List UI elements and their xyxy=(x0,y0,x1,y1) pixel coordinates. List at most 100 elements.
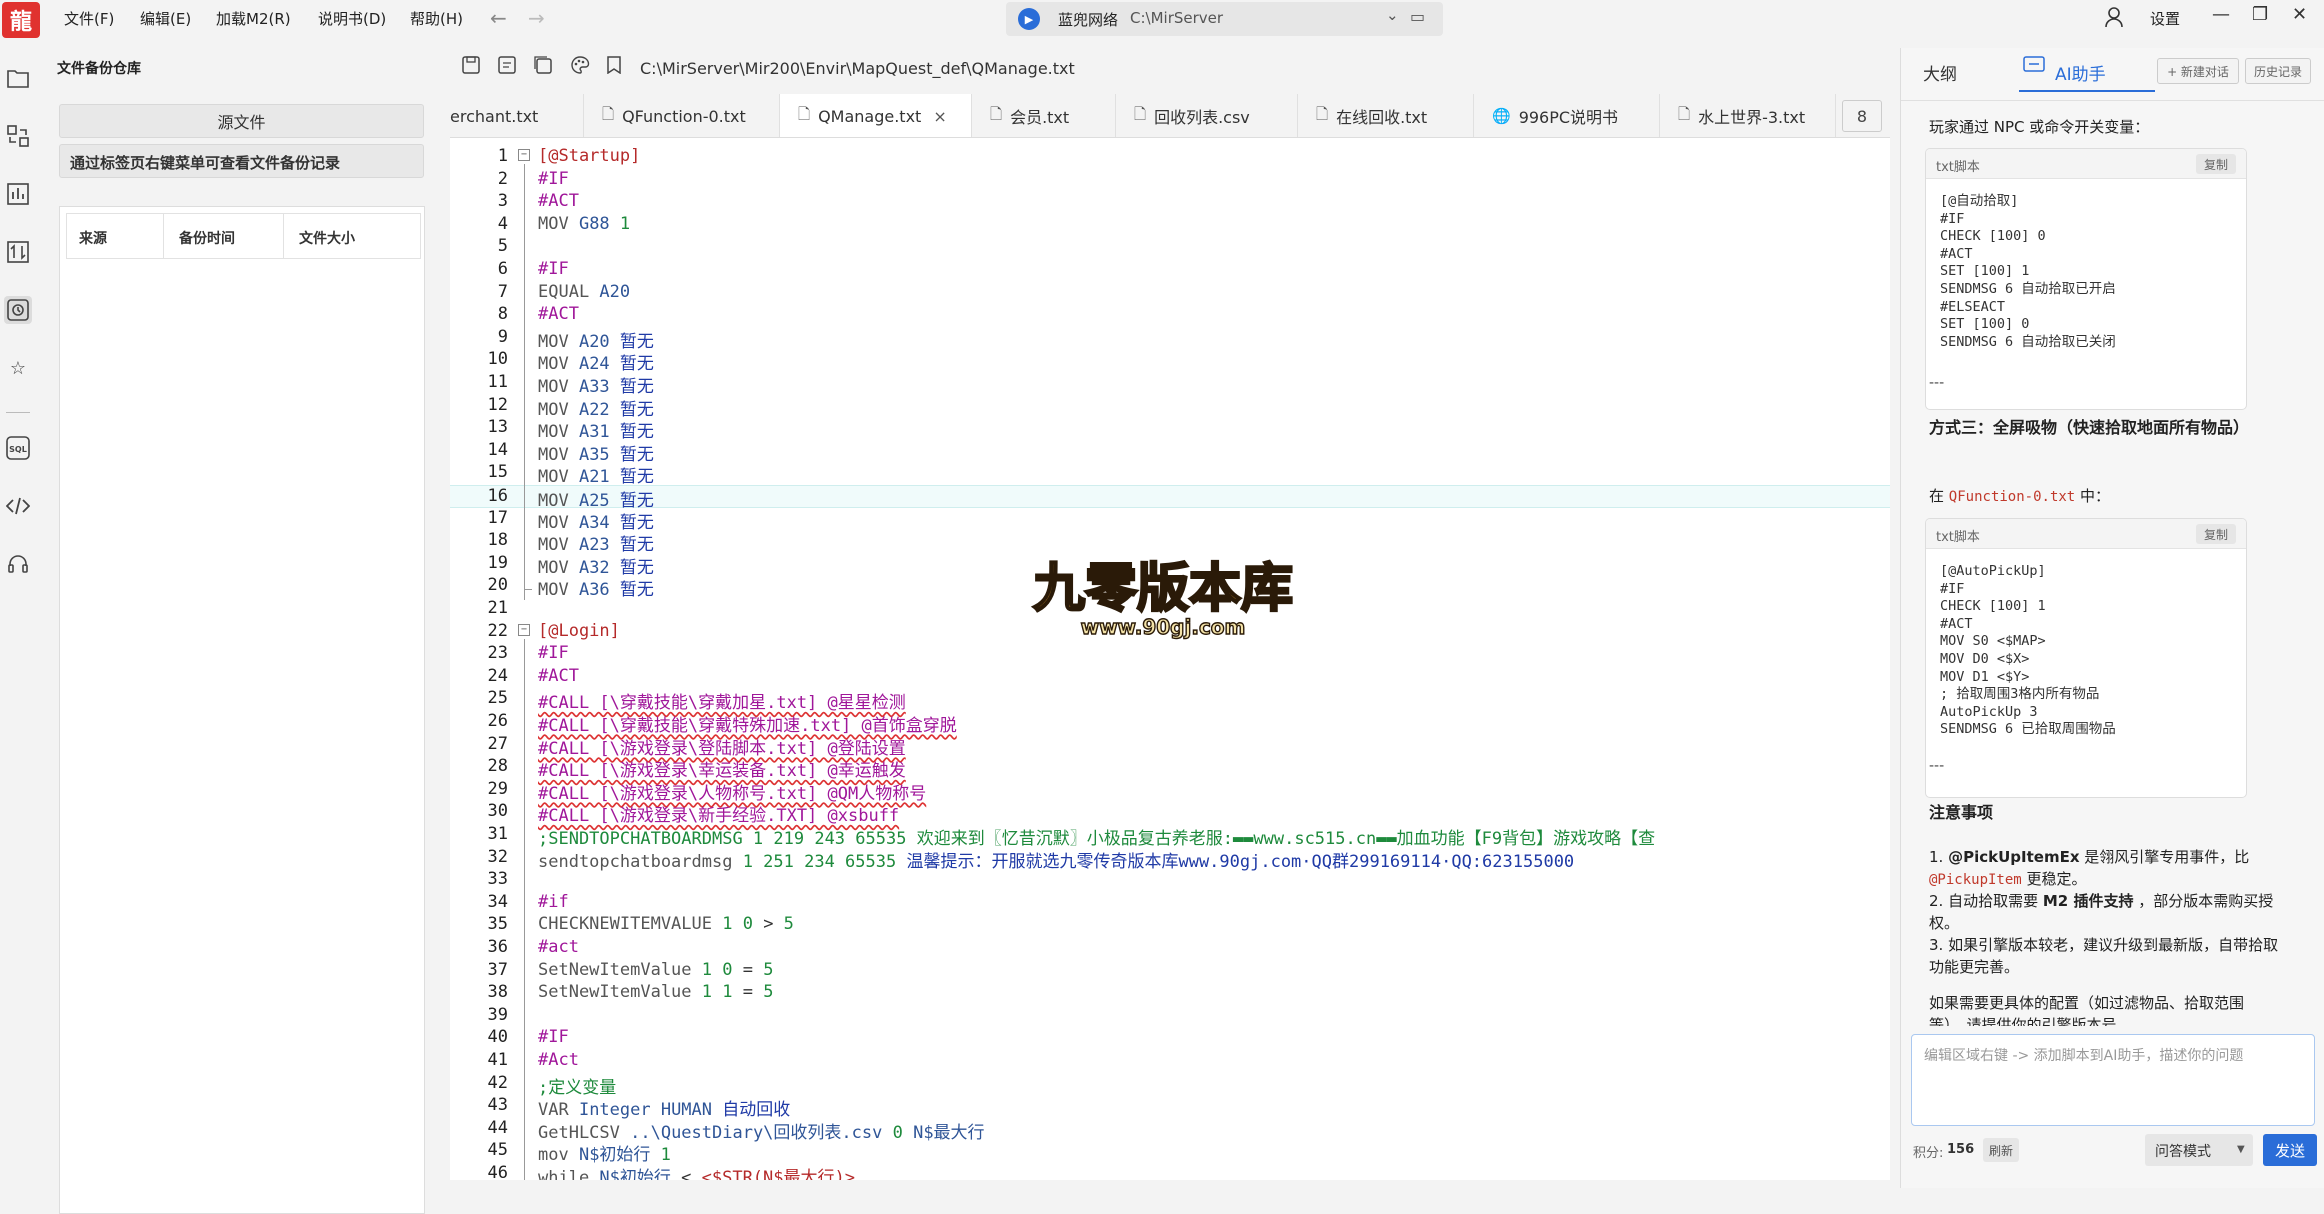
project-selector[interactable]: ▶ 蓝兜网络 C:\MirServer ⌄ ▭ xyxy=(1006,2,1443,36)
code-line[interactable]: 15 MOV A21 暂无 xyxy=(450,462,1890,487)
close-window-button[interactable]: ✕ xyxy=(2292,4,2307,25)
code-line[interactable]: 12 MOV A22 暂无 xyxy=(450,395,1890,420)
code-line[interactable]: 31 ;SENDTOPCHATBOARDMSG 1 219 243 65535 欢… xyxy=(450,824,1890,849)
code-line[interactable]: 3 #ACT xyxy=(450,191,1890,214)
send-button[interactable]: 发送 xyxy=(2263,1134,2317,1166)
save-all-icon[interactable] xyxy=(534,56,552,79)
code-editor[interactable]: 1− [@Startup] 2 #IF 3 #ACT 4 MOV G88 1 5 6 #IF 7 EQU… xyxy=(450,138,1890,1180)
sql-icon[interactable]: SQL xyxy=(4,434,32,462)
code-token: #Act xyxy=(538,1050,579,1070)
code-line[interactable]: 2 #IF xyxy=(450,169,1890,192)
code-line[interactable]: 34 #if xyxy=(450,892,1890,915)
code-line[interactable]: 5 xyxy=(450,236,1890,259)
maximize-button[interactable]: ❐ xyxy=(2252,4,2268,25)
code-line[interactable]: 36 #act xyxy=(450,937,1890,960)
ai-question-input[interactable]: 编辑区域右键 -> 添加脚本到AI助手，描述你的问题 xyxy=(1911,1034,2315,1126)
refresh-button[interactable]: 刷新 xyxy=(1983,1138,2019,1162)
tab-member[interactable]: 🗋 会员.txt xyxy=(972,94,1116,137)
code-line[interactable]: 6 #IF xyxy=(450,259,1890,282)
minimize-button[interactable]: — xyxy=(2212,4,2230,25)
code-line[interactable]: 33 xyxy=(450,869,1890,892)
menu-load-m2[interactable]: 加载M2(R) xyxy=(216,8,291,29)
code-line[interactable]: 42 ;定义变量 xyxy=(450,1073,1890,1098)
chevron-down-icon[interactable]: ⌄ xyxy=(1386,6,1399,24)
compare-icon[interactable] xyxy=(4,122,32,150)
code-line[interactable]: 45 mov N$初始行 1 xyxy=(450,1140,1890,1165)
new-chat-button[interactable]: + 新建对话 xyxy=(2157,58,2239,84)
settings-button[interactable]: 设置 xyxy=(2150,8,2180,29)
save-icon[interactable] xyxy=(462,56,480,79)
code-line[interactable]: 9 MOV A20 暂无 xyxy=(450,327,1890,352)
chevron-down-icon[interactable]: ▼ xyxy=(2237,1144,2245,1155)
tab-qmanage[interactable]: 🗋 QManage.txt × xyxy=(780,94,972,137)
history-button[interactable]: 历史记录 xyxy=(2245,58,2311,84)
tab-ai-assistant[interactable]: AI助手 xyxy=(2055,60,2106,85)
tab-online-recycle[interactable]: 🗋 在线回收.txt xyxy=(1298,94,1474,137)
code-line[interactable]: 23 #IF xyxy=(450,643,1890,666)
code-line[interactable]: 25 #CALL [\穿戴技能\穿戴加星.txt] @星星检测 xyxy=(450,688,1890,713)
save-as-icon[interactable] xyxy=(498,56,516,79)
fold-toggle-icon[interactable]: − xyxy=(518,623,530,636)
code-line[interactable]: 35 CHECKNEWITEMVALUE 1 0 > 5 xyxy=(450,914,1890,937)
code-line[interactable]: 37 SetNewItemValue 1 0 = 5 xyxy=(450,960,1890,983)
code-line[interactable]: 32 sendtopchatboardmsg 1 251 234 65535 温馨… xyxy=(450,847,1890,872)
menu-manual[interactable]: 说明书(D) xyxy=(318,8,386,29)
bar-chart-icon[interactable] xyxy=(4,180,32,208)
menu-help[interactable]: 帮助(H) xyxy=(410,8,463,29)
tab-water-world[interactable]: 🗋 水上世界-3.txt xyxy=(1660,94,1836,137)
code-icon[interactable] xyxy=(4,492,32,520)
tab-recycle-list[interactable]: 🗋 回收列表.csv xyxy=(1116,94,1298,137)
user-icon[interactable] xyxy=(2104,6,2124,33)
menu-file[interactable]: 文件(F) xyxy=(64,8,114,29)
code-line[interactable]: 41 #Act xyxy=(450,1050,1890,1073)
code-line[interactable]: 8 #ACT xyxy=(450,304,1890,327)
file-explorer-icon[interactable] xyxy=(4,64,32,92)
code-line[interactable]: 44 GetHLCSV ..\QuestDiary\回收列表.csv 0 N$最大… xyxy=(450,1118,1890,1143)
code-language: txt脚本 xyxy=(1936,160,1980,175)
palette-icon[interactable] xyxy=(570,56,590,79)
code-line[interactable]: 39 xyxy=(450,1005,1890,1028)
code-line[interactable]: 17 MOV A34 暂无 xyxy=(450,508,1890,533)
code-line[interactable]: 16 MOV A25 暂无 xyxy=(450,485,1890,511)
code-line[interactable]: 30 #CALL [\游戏登录\新手经验.TXT] @xsbuff xyxy=(450,801,1890,826)
code-line[interactable]: 13 MOV A31 暂无 xyxy=(450,417,1890,442)
code-line[interactable]: 26 #CALL [\穿戴技能\穿戴特殊加速.txt] @首饰盒穿脱 xyxy=(450,711,1890,736)
code-line[interactable]: 43 VAR Integer HUMAN 自动回收 xyxy=(450,1095,1890,1120)
menu-edit[interactable]: 编辑(E) xyxy=(140,8,191,29)
column-backup-time[interactable]: 备份时间 xyxy=(179,228,235,248)
code-line[interactable]: 10 MOV A24 暂无 xyxy=(450,349,1890,374)
code-line[interactable]: 1− [@Startup] xyxy=(450,146,1890,169)
tab-merchant[interactable]: erchant.txt xyxy=(450,94,584,137)
source-file-button[interactable]: 源文件 xyxy=(59,104,424,138)
sort-icon[interactable] xyxy=(4,238,32,266)
copy-button[interactable]: 复制 xyxy=(2196,154,2236,174)
code-line[interactable]: 7 EQUAL A20 xyxy=(450,282,1890,305)
play-icon[interactable]: ▶ xyxy=(1018,8,1040,30)
code-line[interactable]: 46 while N$初始行 < <$STR(N$最大行)> xyxy=(450,1163,1890,1180)
backup-icon[interactable] xyxy=(4,296,32,324)
tab-996pc-manual[interactable]: 🌐 996PC说明书 xyxy=(1474,94,1660,137)
fold-toggle-icon[interactable]: − xyxy=(518,149,530,161)
folder-icon[interactable]: ▭ xyxy=(1410,7,1425,26)
back-arrow-icon[interactable]: ← xyxy=(490,6,507,30)
code-line[interactable]: 28 #CALL [\游戏登录\幸运装备.txt] @幸运触发 xyxy=(450,756,1890,781)
headset-icon[interactable] xyxy=(4,550,32,578)
code-line[interactable]: 27 #CALL [\游戏登录\登陆脚本.txt] @登陆设置 xyxy=(450,734,1890,759)
copy-button[interactable]: 复制 xyxy=(2196,524,2236,544)
code-line[interactable]: 11 MOV A33 暂无 xyxy=(450,372,1890,397)
forward-arrow-icon[interactable]: → xyxy=(528,6,545,30)
code-line[interactable]: 4 MOV G88 1 xyxy=(450,214,1890,237)
column-source[interactable]: 来源 xyxy=(79,228,107,248)
code-line[interactable]: 29 #CALL [\游戏登录\人物称号.txt] @QM人物称号 xyxy=(450,779,1890,804)
tab-qfunction[interactable]: 🗋 QFunction-0.txt xyxy=(584,94,780,137)
bookmark-icon[interactable] xyxy=(606,56,622,79)
close-tab-icon[interactable]: × xyxy=(933,107,946,126)
code-line[interactable]: 14 MOV A35 暂无 xyxy=(450,440,1890,465)
column-file-size[interactable]: 文件大小 xyxy=(299,228,355,248)
code-line[interactable]: 24 #ACT xyxy=(450,666,1890,689)
star-icon[interactable]: ☆ xyxy=(4,354,32,382)
tab-outline[interactable]: 大纲 xyxy=(1923,60,1957,85)
code-line[interactable]: 38 SetNewItemValue 1 1 = 5 xyxy=(450,982,1890,1005)
code-line[interactable]: 40 #IF xyxy=(450,1027,1890,1050)
tab-count-button[interactable]: 8 xyxy=(1842,100,1882,132)
